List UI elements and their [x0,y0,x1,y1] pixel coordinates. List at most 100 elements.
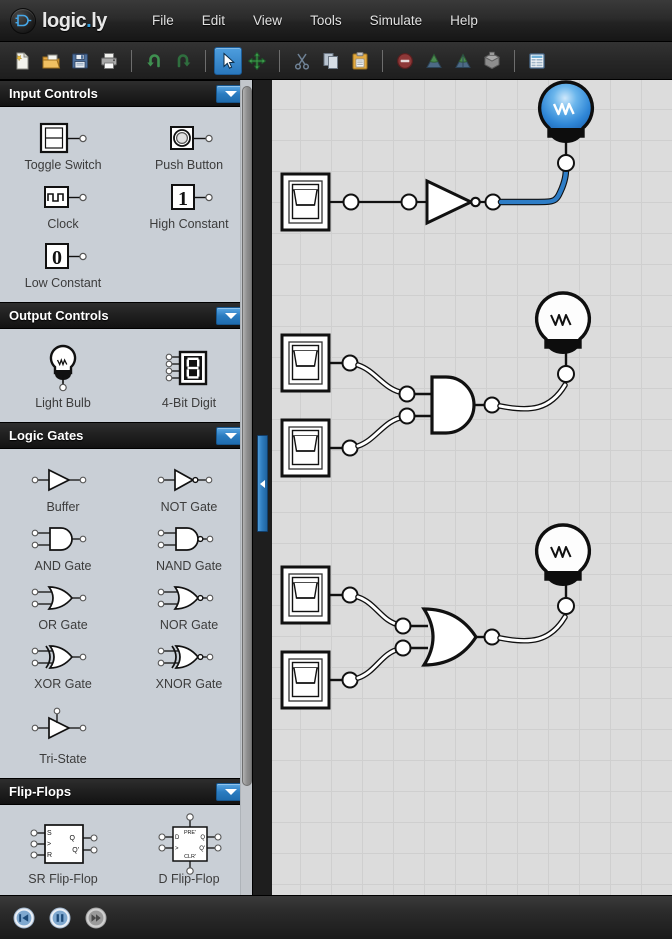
toggle-switch-3[interactable] [280,418,331,478]
send-backward-button[interactable] [449,47,477,75]
wire-node[interactable] [557,365,575,383]
section-header-logic-gates[interactable]: Logic Gates [0,422,252,449]
palette-item-light-bulb[interactable]: Light Bulb [0,337,126,412]
palette-label-push-button: Push Button [154,158,224,172]
main-toolbar [0,42,672,80]
caret-down-icon [225,90,237,97]
svg-text:S: S [47,830,52,837]
logo-tld: ly [91,9,107,32]
menu-simulate[interactable]: Simulate [356,8,437,33]
light-bulb-on[interactable] [537,80,595,143]
sidebar-scrollbar-thumb[interactable] [242,86,252,786]
wire-node[interactable] [483,396,501,414]
palette-item-or-gate[interactable]: OR Gate [0,575,126,634]
collapse-left-arrow-icon [260,479,265,488]
select-tool-button[interactable] [214,46,242,75]
wire-node[interactable] [342,193,360,211]
wire-node-active[interactable] [557,154,575,172]
and-gate[interactable] [430,375,476,435]
paste-button[interactable] [346,47,374,75]
wire-node[interactable] [400,193,418,211]
wire-node[interactable] [394,639,412,657]
or-gate[interactable] [421,607,478,667]
palette-item-clock[interactable]: Clock [0,174,126,233]
bring-forward-button[interactable] [420,47,448,75]
circuit-canvas[interactable] [272,80,672,895]
caret-down-icon [225,788,237,795]
step-simulation-button[interactable] [85,907,107,929]
circuit-or-gate[interactable] [280,523,592,710]
palette-item-sr-flip-flop[interactable]: S > R Q Q' SR Flip-Flop [0,813,126,888]
toolbar-separator-4 [382,49,383,72]
menu-tools[interactable]: Tools [296,8,356,33]
wire-node[interactable] [341,586,359,604]
toggle-switch-5[interactable] [280,650,331,710]
group-button[interactable] [478,47,506,75]
palette-item-and-gate[interactable]: AND Gate [0,516,126,575]
copy-button[interactable] [317,47,345,75]
app-logo: logic.ly [0,7,130,34]
splitter-collapse-handle[interactable] [257,435,268,532]
redo-button[interactable] [169,47,197,75]
menu-help[interactable]: Help [436,8,492,33]
menu-file[interactable]: File [138,8,188,33]
new-document-button[interactable] [8,47,36,75]
palette-item-xnor-gate[interactable]: XNOR Gate [126,634,252,693]
palette-item-not-gate[interactable]: NOT Gate [126,457,252,516]
palette-item-toggle-switch[interactable]: Toggle Switch [0,115,126,174]
section-title-output-controls: Output Controls [9,308,109,323]
palette-item-low-constant[interactable]: 0 Low Constant [0,233,126,292]
save-button[interactable] [66,47,94,75]
section-header-input-controls[interactable]: Input Controls [0,80,252,107]
palette-label-buffer: Buffer [46,500,80,514]
nor-gate-icon [149,579,229,617]
light-bulb-off-2[interactable] [534,523,592,586]
open-file-button[interactable] [37,47,65,75]
pan-tool-button[interactable] [243,47,271,75]
circuit-and-gate[interactable] [280,291,592,478]
wire-node[interactable] [341,354,359,372]
menu-edit[interactable]: Edit [188,8,239,33]
tri-state-buffer-icon [23,697,103,751]
menu-view[interactable]: View [239,8,296,33]
menu-items: File Edit View Tools Simulate Help [138,8,492,33]
palette-item-buffer[interactable]: Buffer [0,457,126,516]
wire-node[interactable] [341,671,359,689]
circuit-not-gate[interactable] [280,80,595,232]
sidebar-vertical-scrollbar[interactable] [240,80,252,895]
print-button[interactable] [95,47,123,75]
wire-node[interactable] [398,407,416,425]
section-header-output-controls[interactable]: Output Controls [0,302,252,329]
wire-node[interactable] [398,385,416,403]
not-gate[interactable] [425,178,481,226]
toggle-switch-2[interactable] [280,333,331,393]
section-header-flip-flops[interactable]: Flip-Flops [0,778,252,805]
wire-node[interactable] [483,628,501,646]
svg-text:1: 1 [178,188,188,210]
palette-item-tri-state[interactable]: Tri-State [0,693,126,768]
delete-button[interactable] [391,47,419,75]
section-body-input-controls: Toggle Switch Push Button Clock 1 High C… [0,107,252,302]
toggle-switch-4[interactable] [280,565,331,625]
palette-item-xor-gate[interactable]: XOR Gate [0,634,126,693]
palette-item-nor-gate[interactable]: NOR Gate [126,575,252,634]
pause-simulation-button[interactable] [49,907,71,929]
wire-node[interactable] [341,439,359,457]
restart-simulation-button[interactable] [13,907,35,929]
light-bulb-off-1[interactable] [534,291,592,354]
wire-node[interactable] [394,617,412,635]
sr-flip-flop-icon: S > R Q Q' [13,817,113,871]
panel-splitter[interactable] [253,80,272,895]
palette-label-not-gate: NOT Gate [160,500,218,514]
properties-button[interactable] [523,47,551,75]
palette-item-d-flip-flop[interactable]: D > Q Q' PRE' CLR' D Flip-Flop [126,813,252,888]
toggle-switch-1[interactable] [280,172,331,232]
cut-button[interactable] [288,47,316,75]
svg-text:0: 0 [52,247,62,269]
palette-item-high-constant[interactable]: 1 High Constant [126,174,252,233]
palette-item-push-button[interactable]: Push Button [126,115,252,174]
undo-button[interactable] [140,47,168,75]
palette-item-four-bit-digit[interactable]: 4-Bit Digit [126,337,252,412]
wire-node[interactable] [557,597,575,615]
palette-item-nand-gate[interactable]: NAND Gate [126,516,252,575]
